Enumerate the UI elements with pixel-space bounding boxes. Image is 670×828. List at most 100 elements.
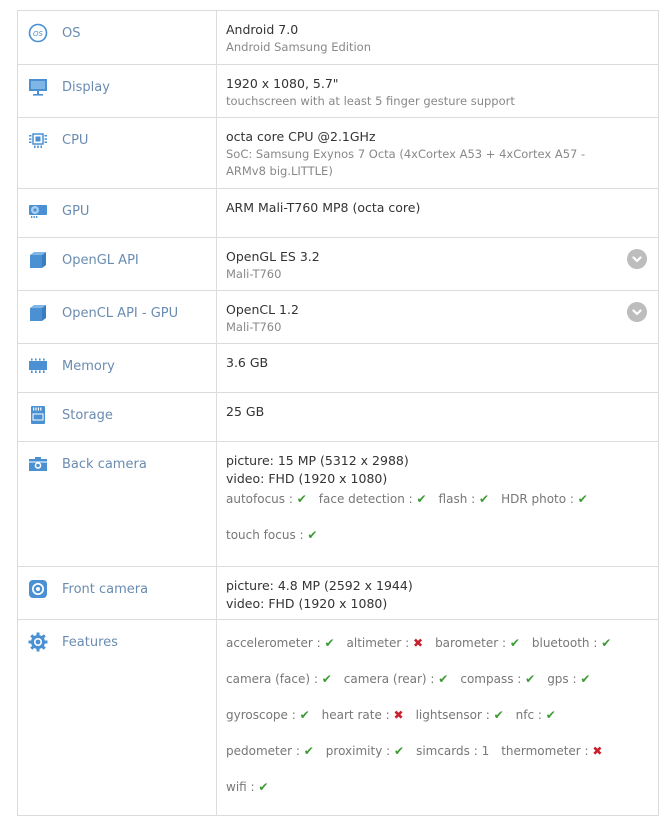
feature-name: barometer : <box>435 636 510 650</box>
check-icon: ✔ <box>307 528 318 542</box>
spec-value: ARM Mali-T760 MP8 (octa core) <box>226 200 421 215</box>
spec-row-storage: Storage 25 GB <box>18 392 658 441</box>
feature-line: gyroscope : ✔ heart rate : ✖ lightsensor :… <box>226 704 658 740</box>
expand-button[interactable] <box>627 249 647 269</box>
feature-name: autofocus : <box>226 492 297 506</box>
feature-name: pedometer : <box>226 744 304 758</box>
camera-video: video: FHD (1920 x 1080) <box>226 596 388 611</box>
feature-item: touch focus : ✔ <box>226 526 317 544</box>
feature-line: pedometer : ✔ proximity : ✔ simcards : 1th… <box>226 740 658 776</box>
row-value: 1920 x 1080, 5.7" touchscreen with at le… <box>217 65 658 117</box>
row-value: OpenGL ES 3.2 Mali-T760 <box>217 238 658 290</box>
feature-line: accelerometer : ✔ altimeter : ✖ barometer … <box>226 632 658 668</box>
monitor-icon <box>28 77 48 97</box>
spec-subvalue: SoC: Samsung Exynos 7 Octa (4xCortex A53… <box>226 147 586 178</box>
spec-row-os: OS OS Android 7.0 Android Samsung Editio… <box>18 11 658 64</box>
spec-value: Android 7.0 <box>226 22 299 37</box>
feature-name: nfc : <box>515 708 546 722</box>
spec-label: OS <box>62 26 81 41</box>
feature-item: autofocus : ✔ <box>226 490 307 508</box>
row-header: Features <box>18 620 217 815</box>
chevron-down-icon <box>632 256 642 263</box>
feature-item: compass : ✔ <box>460 672 535 686</box>
feature-name: gps : <box>547 672 581 686</box>
spec-value: OpenCL 1.2 <box>226 302 299 317</box>
check-icon: ✔ <box>416 492 427 506</box>
device-specs-table: OS OS Android 7.0 Android Samsung Editio… <box>17 10 659 816</box>
feature-value: 1 <box>481 744 490 758</box>
feature-item: camera (face) : ✔ <box>226 672 332 686</box>
feature-name: wifi : <box>226 780 259 794</box>
feature-item: thermometer : ✖ <box>501 744 602 758</box>
feature-item: nfc : ✔ <box>516 708 556 722</box>
row-header: Back camera <box>18 442 217 566</box>
feature-line: wifi : ✔ <box>226 776 658 812</box>
cross-icon: ✖ <box>592 744 603 758</box>
spec-value: OpenGL ES 3.2 <box>226 249 320 264</box>
check-icon: ✔ <box>601 636 612 650</box>
spec-subvalue: Android Samsung Edition <box>226 40 371 54</box>
camera-picture: picture: 15 MP (5312 x 2988) <box>226 453 409 468</box>
check-icon: ✔ <box>580 672 591 686</box>
check-icon: ✔ <box>493 708 504 722</box>
expand-button[interactable] <box>627 302 647 322</box>
spec-row-display: Display 1920 x 1080, 5.7" touchscreen wi… <box>18 64 658 117</box>
feature-name: bluetooth : <box>531 636 602 650</box>
feature-name: compass : <box>460 672 526 686</box>
row-value: picture: 4.8 MP (2592 x 1944) video: FHD… <box>217 567 658 619</box>
feature-name: camera (face) : <box>226 672 322 686</box>
spec-subvalue: touchscreen with at least 5 finger gestu… <box>226 94 515 108</box>
spec-row-opengl: OpenGL API OpenGL ES 3.2 Mali-T760 <box>18 237 658 290</box>
feature-name: altimeter : <box>346 636 413 650</box>
spec-label: Back camera <box>62 457 147 472</box>
row-value: Android 7.0 Android Samsung Edition <box>217 11 658 64</box>
spec-value: 1920 x 1080, 5.7" <box>226 76 339 91</box>
row-value: ARM Mali-T760 MP8 (octa core) <box>217 189 658 237</box>
spec-row-opencl: OpenCL API - GPU OpenCL 1.2 Mali-T760 <box>18 290 658 343</box>
spec-label: CPU <box>62 133 89 148</box>
gear-icon <box>28 632 48 652</box>
memory-icon <box>28 356 48 376</box>
row-value: OpenCL 1.2 Mali-T760 <box>217 291 658 343</box>
feature-item: wifi : ✔ <box>226 780 268 794</box>
feature-name: flash : <box>438 492 479 506</box>
row-header: Front camera <box>18 567 217 619</box>
spec-label: Front camera <box>62 582 149 597</box>
row-value: accelerometer : ✔ altimeter : ✖ barometer … <box>217 620 658 815</box>
row-header: Display <box>18 65 217 117</box>
camera-video: video: FHD (1920 x 1080) <box>226 471 388 486</box>
feature-item: simcards : 1 <box>416 744 489 758</box>
feature-item: altimeter : ✖ <box>347 636 424 650</box>
spec-label: OpenGL API <box>62 253 139 268</box>
check-icon: ✔ <box>577 492 588 506</box>
row-header: Storage <box>18 393 217 441</box>
feature-name: heart rate : <box>321 708 394 722</box>
spec-subvalue: Mali-T760 <box>226 320 282 334</box>
spec-value: octa core CPU @2.1GHz <box>226 129 376 144</box>
row-value: 3.6 GB <box>217 344 658 392</box>
spec-label: Features <box>62 635 118 650</box>
feature-name: touch focus : <box>226 528 308 542</box>
row-header: GPU <box>18 189 217 237</box>
spec-label: Memory <box>62 359 115 374</box>
feature-name: face detection : <box>318 492 417 506</box>
feature-item: barometer : ✔ <box>435 636 520 650</box>
feature-name: camera (rear) : <box>343 672 439 686</box>
spec-label: Storage <box>62 408 113 423</box>
check-icon: ✔ <box>394 744 405 758</box>
feature-name: proximity : <box>325 744 394 758</box>
check-icon: ✔ <box>479 492 490 506</box>
check-icon: ✔ <box>324 636 335 650</box>
row-value: 25 GB <box>217 393 658 441</box>
feature-item: face detection : ✔ <box>319 490 427 508</box>
spec-subvalue: Mali-T760 <box>226 267 282 281</box>
feature-line: camera (face) : ✔ camera (rear) : ✔ compas… <box>226 668 658 704</box>
spec-label: GPU <box>62 204 90 219</box>
row-header: Memory <box>18 344 217 392</box>
row-header: OpenGL API <box>18 238 217 290</box>
feature-item: lightsensor : ✔ <box>416 708 504 722</box>
feature-item: HDR photo : ✔ <box>501 490 588 508</box>
spec-label: OpenCL API - GPU <box>62 306 179 321</box>
camera-picture: picture: 4.8 MP (2592 x 1944) <box>226 578 413 593</box>
feature-item: heart rate : ✖ <box>322 708 404 722</box>
